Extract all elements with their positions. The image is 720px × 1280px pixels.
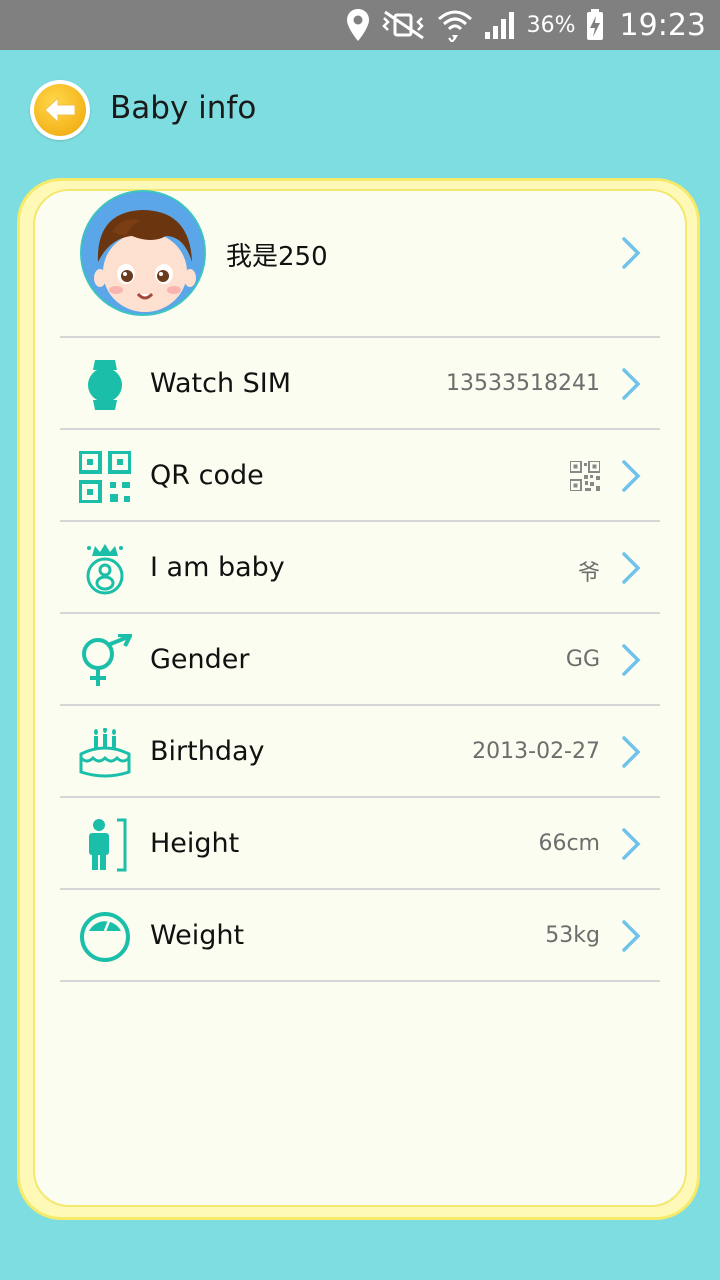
row-value: 53kg	[545, 923, 600, 948]
back-arrow-icon	[34, 84, 86, 136]
profile-row[interactable]: 我是250	[60, 190, 660, 338]
wifi-icon	[437, 10, 472, 42]
signal-icon	[484, 12, 514, 39]
qr-code-thumbnail-icon	[570, 461, 600, 491]
chevron-right-icon	[622, 920, 641, 952]
chevron-right-icon	[622, 237, 641, 269]
status-bar: 36% 19:23	[0, 0, 720, 50]
row-label: Watch SIM	[150, 368, 292, 399]
page-title: Baby info	[110, 90, 257, 126]
row-label: QR code	[150, 460, 264, 491]
avatar[interactable]	[80, 190, 206, 316]
row-gender[interactable]: Gender GG	[60, 614, 660, 706]
chevron-right-icon	[622, 368, 641, 400]
status-icons: 36% 19:23	[345, 0, 720, 50]
row-height[interactable]: Height 66cm	[60, 798, 660, 890]
battery-charging-icon	[586, 9, 603, 40]
row-label: I am baby	[150, 552, 285, 583]
clock: 19:23	[619, 7, 706, 43]
watch-icon	[78, 358, 132, 412]
row-value: 2013-02-27	[472, 739, 600, 764]
row-i-am-baby[interactable]: I am baby 爷	[60, 522, 660, 614]
row-value: 66cm	[538, 831, 600, 856]
birthday-cake-icon	[78, 726, 132, 780]
gender-icon	[78, 634, 132, 688]
row-label: Gender	[150, 644, 250, 675]
row-label: Height	[150, 828, 240, 859]
height-icon	[78, 818, 132, 872]
battery-percent: 36%	[526, 12, 576, 38]
chevron-right-icon	[622, 644, 641, 676]
baby-role-icon	[78, 542, 132, 596]
chevron-right-icon	[622, 552, 641, 584]
weight-scale-icon	[78, 910, 132, 964]
qr-code-icon	[78, 450, 132, 504]
vibrate-mute-icon	[381, 10, 424, 40]
row-birthday[interactable]: Birthday 2013-02-27	[60, 706, 660, 798]
row-weight[interactable]: Weight 53kg	[60, 890, 660, 982]
row-label: Birthday	[150, 736, 265, 767]
chevron-right-icon	[622, 736, 641, 768]
row-value: 13533518241	[446, 371, 600, 396]
row-qr-code[interactable]: QR code	[60, 430, 660, 522]
row-label: Weight	[150, 920, 245, 951]
back-button[interactable]	[30, 80, 90, 140]
row-watch-sim[interactable]: Watch SIM 13533518241	[60, 338, 660, 430]
row-value: GG	[565, 647, 600, 672]
row-value: 爷	[577, 561, 600, 586]
header: Baby info	[0, 50, 720, 175]
location-icon	[346, 9, 369, 41]
chevron-right-icon	[622, 460, 641, 492]
chevron-right-icon	[622, 828, 641, 860]
profile-name: 我是250	[226, 242, 328, 272]
